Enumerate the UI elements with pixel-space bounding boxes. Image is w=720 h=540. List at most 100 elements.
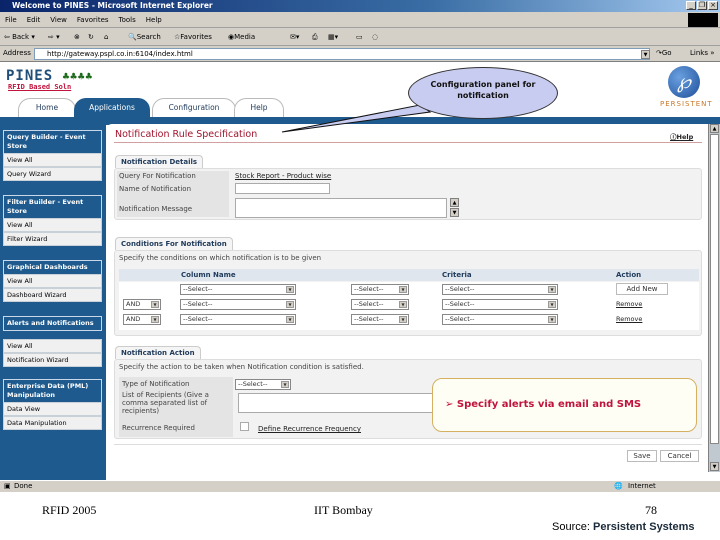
operator-select[interactable]: --Select-- ▼ (351, 314, 409, 325)
remove-link[interactable]: Remove (616, 315, 642, 323)
add-new-button[interactable]: Add New (616, 283, 668, 295)
recurrence-checkbox[interactable] (240, 422, 249, 431)
minimize-button[interactable]: _ (686, 1, 696, 10)
recurrence-frequency-link[interactable]: Define Recurrence Frequency (258, 425, 361, 433)
page-number: 78 (645, 503, 657, 517)
conditions-description: Specify the conditions on which notifica… (119, 254, 322, 262)
persistent-brand: PERSISTENT (660, 100, 713, 108)
sidebar-header-dashboards: Graphical Dashboards (3, 260, 102, 275)
recurrence-label: Recurrence Required (122, 424, 195, 432)
sidebar-item-view-all[interactable]: View All (3, 274, 102, 288)
tab-applications[interactable]: Applications (74, 98, 150, 117)
menu-tools[interactable]: Tools (114, 12, 141, 24)
recipients-input[interactable] (238, 393, 448, 413)
logic-select[interactable]: AND ▼ (123, 314, 161, 325)
scroll-down-button[interactable]: ▼ (450, 208, 459, 217)
column-select[interactable]: --Select-- ▼ (180, 284, 296, 295)
criteria-select[interactable]: --Select-- ▼ (442, 284, 558, 295)
windows-logo-icon (688, 13, 718, 27)
page-icon: ▣ (4, 482, 11, 490)
address-input[interactable]: http://gateway.pspl.co.in:6104/index.htm… (34, 48, 650, 60)
sidebar-header-filter-builder: Filter Builder - Event Store (3, 195, 102, 219)
tab-home[interactable]: Home (18, 98, 76, 117)
discuss-icon[interactable]: ▭ (356, 33, 363, 41)
close-button[interactable]: × (708, 1, 718, 10)
conditions-panel: Specify the conditions on which notifica… (114, 250, 702, 336)
divider (114, 444, 702, 445)
column-name-header: Column Name (181, 271, 236, 279)
type-select[interactable]: --Select-- ▼ (235, 379, 291, 390)
logic-select[interactable]: AND ▼ (123, 299, 161, 310)
pines-logo: PINES ♣♣♣♣ (6, 68, 94, 84)
status-text: Done (14, 482, 33, 490)
criteria-select[interactable]: --Select-- ▼ (442, 299, 558, 310)
security-zone: Internet (628, 482, 656, 490)
home-icon[interactable]: ⌂ (104, 33, 108, 41)
status-bar: ▣ Done 🌐 Internet (0, 480, 720, 492)
name-input[interactable] (235, 183, 330, 194)
print-icon[interactable]: ⎙ (312, 33, 318, 42)
sidebar: Query Builder - Event Store View All Que… (0, 124, 106, 480)
edit-icon[interactable]: ▦▾ (328, 33, 338, 41)
help-link[interactable]: ⓘHelp (670, 131, 693, 141)
messenger-icon[interactable]: ◌ (372, 33, 378, 41)
column-select[interactable]: --Select-- ▼ (180, 314, 296, 325)
menu-help[interactable]: Help (141, 12, 167, 24)
menu-file[interactable]: File (0, 12, 22, 24)
sidebar-item-view-all[interactable]: View All (3, 218, 102, 232)
menu-edit[interactable]: Edit (22, 12, 46, 24)
refresh-icon[interactable]: ↻ (88, 33, 94, 41)
scroll-up-arrow[interactable]: ▲ (710, 124, 719, 133)
stop-icon[interactable]: ⊗ (74, 33, 80, 41)
column-select[interactable]: --Select-- ▼ (180, 299, 296, 310)
sidebar-item-view-all[interactable]: View All (3, 153, 102, 167)
remove-link[interactable]: Remove (616, 300, 642, 308)
globe-icon: 🌐 (614, 482, 623, 490)
cancel-button[interactable]: Cancel (660, 450, 699, 462)
menu-favorites[interactable]: Favorites (72, 12, 114, 24)
sidebar-item-dashboard-wizard[interactable]: Dashboard Wizard (3, 288, 102, 302)
back-button[interactable]: ⇦ Back ▾ (4, 33, 35, 41)
vertical-scrollbar[interactable]: ▲ ▼ (708, 124, 720, 472)
scroll-down-arrow[interactable]: ▼ (710, 462, 719, 471)
address-dropdown[interactable]: ▼ (641, 50, 650, 59)
menu-view[interactable]: View (45, 12, 72, 24)
address-label: Address (3, 49, 31, 57)
source-credit: Source: Persistent Systems (552, 521, 695, 533)
footer-center: IIT Bombay (314, 503, 373, 517)
forward-button[interactable]: ⇨ ▾ (48, 33, 60, 41)
sidebar-item-view-all[interactable]: View All (3, 339, 102, 353)
criteria-select[interactable]: --Select-- ▼ (442, 314, 558, 325)
tab-configuration[interactable]: Configuration (152, 98, 236, 117)
favorites-button[interactable]: ☆Favorites (174, 33, 212, 41)
window-title-bar: Welcome to PINES - Microsoft Internet Ex… (0, 0, 720, 12)
sidebar-item-data-view[interactable]: Data View (3, 402, 102, 416)
address-bar: Address http://gateway.pspl.co.in:6104/i… (0, 46, 720, 62)
search-button[interactable]: 🔍Search (128, 33, 161, 41)
media-button[interactable]: ◉Media (228, 33, 255, 41)
toolbar: ⇦ Back ▾ ⇨ ▾ ⊗ ↻ ⌂ 🔍Search ☆Favorites ◉M… (0, 28, 720, 46)
query-label: Query For Notification (119, 172, 196, 180)
footer-left: RFID 2005 (42, 503, 97, 517)
links-button[interactable]: Links » (690, 49, 715, 57)
menu-bar: File Edit View Favorites Tools Help (0, 12, 720, 28)
window-title: Welcome to PINES - Microsoft Internet Ex… (12, 1, 213, 10)
query-link[interactable]: Stock Report - Product wise (235, 172, 331, 180)
trees-icon: ♣♣♣♣ (62, 70, 94, 83)
scroll-up-button[interactable]: ▲ (450, 198, 459, 207)
sidebar-item-query-wizard[interactable]: Query Wizard (3, 167, 102, 181)
logo-subtitle: RFID Based Soln (8, 83, 72, 91)
operator-select[interactable]: --Select-- ▼ (351, 299, 409, 310)
sidebar-item-filter-wizard[interactable]: Filter Wizard (3, 232, 102, 246)
sidebar-item-notification-wizard[interactable]: Notification Wizard (3, 353, 102, 367)
sidebar-item-data-manipulation[interactable]: Data Manipulation (3, 416, 102, 430)
operator-select[interactable]: --Select-- ▼ (351, 284, 409, 295)
restore-button[interactable]: ❐ (697, 1, 707, 10)
mail-icon[interactable]: ✉▾ (290, 33, 299, 41)
go-button[interactable]: ↷Go (656, 49, 672, 57)
save-button[interactable]: Save (627, 450, 657, 462)
type-label: Type of Notification (122, 380, 190, 388)
message-textarea[interactable] (235, 198, 447, 218)
callout-bubble: Configuration panel for notification (408, 67, 558, 119)
scroll-thumb[interactable] (710, 134, 719, 444)
